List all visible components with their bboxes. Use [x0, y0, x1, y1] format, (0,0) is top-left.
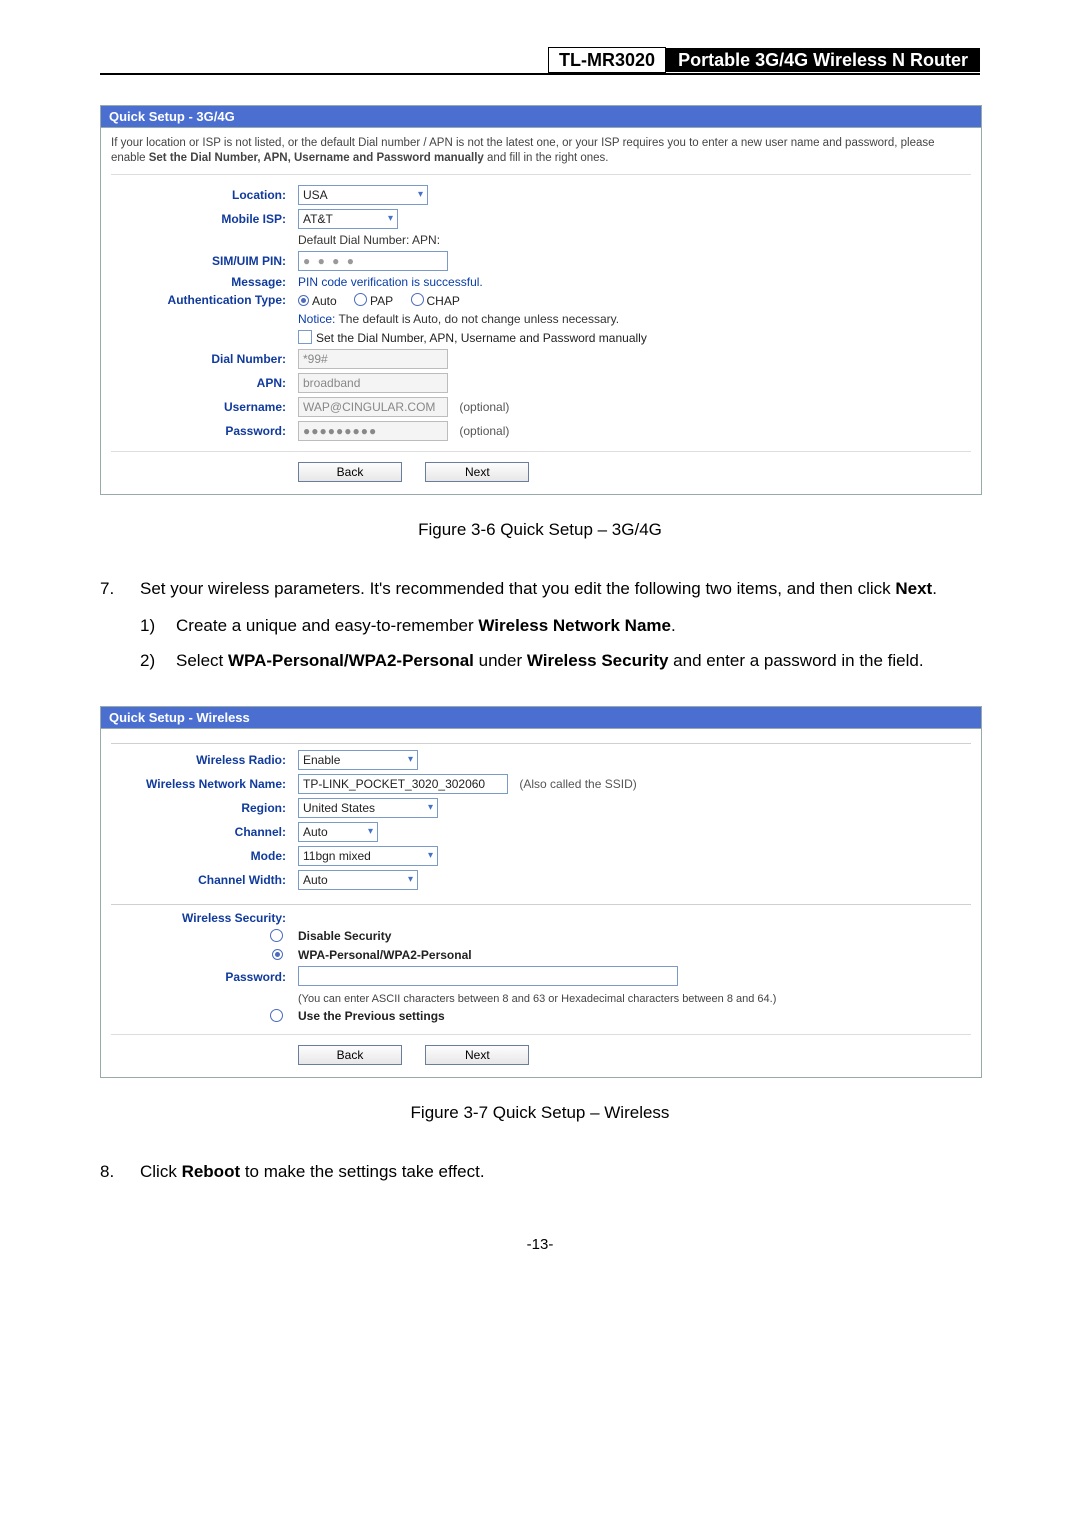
- label-channel: Channel:: [111, 825, 298, 839]
- panel-title: Quick Setup - 3G/4G: [101, 106, 981, 128]
- chevron-down-icon: ▾: [382, 213, 393, 224]
- step-7-sub2: 2) Select WPA-Personal/WPA2-Personal und…: [140, 647, 980, 676]
- auth-notice: Notice: The default is Auto, do not chan…: [298, 312, 971, 326]
- label-wireless-pass: Password:: [111, 970, 298, 984]
- next-button[interactable]: Next: [425, 1045, 529, 1065]
- chevron-down-icon: ▾: [422, 802, 433, 813]
- back-button[interactable]: Back: [298, 1045, 402, 1065]
- radio-wpa[interactable]: [272, 949, 283, 960]
- label-wireless-security: Wireless Security:: [111, 911, 298, 925]
- label-region: Region:: [111, 801, 298, 815]
- pin-input[interactable]: ● ● ● ●: [298, 251, 448, 271]
- chevron-down-icon: ▾: [402, 754, 413, 765]
- label-ssid: Wireless Network Name:: [111, 777, 298, 791]
- mode-select[interactable]: 11bgn mixed▾: [298, 846, 438, 866]
- radio-pap[interactable]: PAP: [354, 294, 393, 308]
- wireless-radio-select[interactable]: Enable▾: [298, 750, 418, 770]
- model-number: TL-MR3020: [548, 47, 666, 73]
- step-7-sub1: 1) Create a unique and easy-to-remember …: [140, 612, 980, 641]
- auth-type-radios: Auto PAP CHAP: [298, 293, 971, 308]
- opt-disable-security: Disable Security: [298, 929, 391, 943]
- opt-previous: Use the Previous settings: [298, 1009, 445, 1023]
- label-mobile-isp: Mobile ISP:: [111, 212, 298, 226]
- radio-auto[interactable]: Auto: [298, 294, 337, 308]
- page-header: TL-MR3020Portable 3G/4G Wireless N Route…: [100, 50, 980, 75]
- default-dial-info: Default Dial Number: APN:: [298, 233, 971, 247]
- label-auth-type: Authentication Type:: [111, 293, 298, 307]
- panel-title: Quick Setup - Wireless: [101, 707, 981, 729]
- chevron-down-icon: ▾: [412, 189, 423, 200]
- chevron-down-icon: ▾: [362, 826, 373, 837]
- panel-quick-setup-3g4g: Quick Setup - 3G/4G If your location or …: [100, 105, 982, 495]
- chevron-down-icon: ▾: [402, 874, 413, 885]
- next-button[interactable]: Next: [425, 462, 529, 482]
- radio-previous[interactable]: [270, 1009, 283, 1022]
- region-select[interactable]: United States▾: [298, 798, 438, 818]
- dial-input: *99#: [298, 349, 448, 369]
- label-username: Username:: [111, 400, 298, 414]
- back-button[interactable]: Back: [298, 462, 402, 482]
- page-number: -13-: [100, 1236, 980, 1253]
- chevron-down-icon: ▾: [422, 850, 433, 861]
- figure-caption-2: Figure 3-7 Quick Setup – Wireless: [100, 1103, 980, 1123]
- isp-select[interactable]: AT&T▾: [298, 209, 398, 229]
- label-apn: APN:: [111, 376, 298, 390]
- username-input: WAP@CINGULAR.COM: [298, 397, 448, 417]
- step-7: 7. Set your wireless parameters. It's re…: [100, 575, 980, 604]
- label-password: Password:: [111, 424, 298, 438]
- label-channel-width: Channel Width:: [111, 873, 298, 887]
- channel-select[interactable]: Auto▾: [298, 822, 378, 842]
- label-wireless-radio: Wireless Radio:: [111, 753, 298, 767]
- opt-wpa: WPA-Personal/WPA2-Personal: [298, 948, 472, 962]
- label-mode: Mode:: [111, 849, 298, 863]
- password-input: ●●●●●●●●●: [298, 421, 448, 441]
- manual-checkbox-row[interactable]: Set the Dial Number, APN, Username and P…: [298, 330, 971, 345]
- ssid-input[interactable]: TP-LINK_POCKET_3020_302060: [298, 774, 508, 794]
- label-sim-pin: SIM/UIM PIN:: [111, 254, 298, 268]
- step-8: 8. Click Reboot to make the settings tak…: [100, 1158, 980, 1187]
- figure-caption-1: Figure 3-6 Quick Setup – 3G/4G: [100, 520, 980, 540]
- label-message: Message:: [111, 275, 298, 289]
- password-hint: (You can enter ASCII characters between …: [298, 993, 971, 1005]
- panel-quick-setup-wireless: Quick Setup - Wireless Wireless Radio: E…: [100, 706, 982, 1078]
- wireless-password-input[interactable]: [298, 966, 678, 986]
- label-dial-number: Dial Number:: [111, 352, 298, 366]
- label-location: Location:: [111, 188, 298, 202]
- radio-chap[interactable]: CHAP: [411, 294, 460, 308]
- radio-disable-security[interactable]: [270, 929, 283, 942]
- channel-width-select[interactable]: Auto▾: [298, 870, 418, 890]
- message-value: PIN code verification is successful.: [298, 275, 971, 289]
- panel-intro: If your location or ISP is not listed, o…: [111, 136, 971, 175]
- location-select[interactable]: USA▾: [298, 185, 428, 205]
- checkbox-icon: [298, 330, 312, 344]
- product-subtitle: Portable 3G/4G Wireless N Router: [666, 48, 980, 72]
- apn-input: broadband: [298, 373, 448, 393]
